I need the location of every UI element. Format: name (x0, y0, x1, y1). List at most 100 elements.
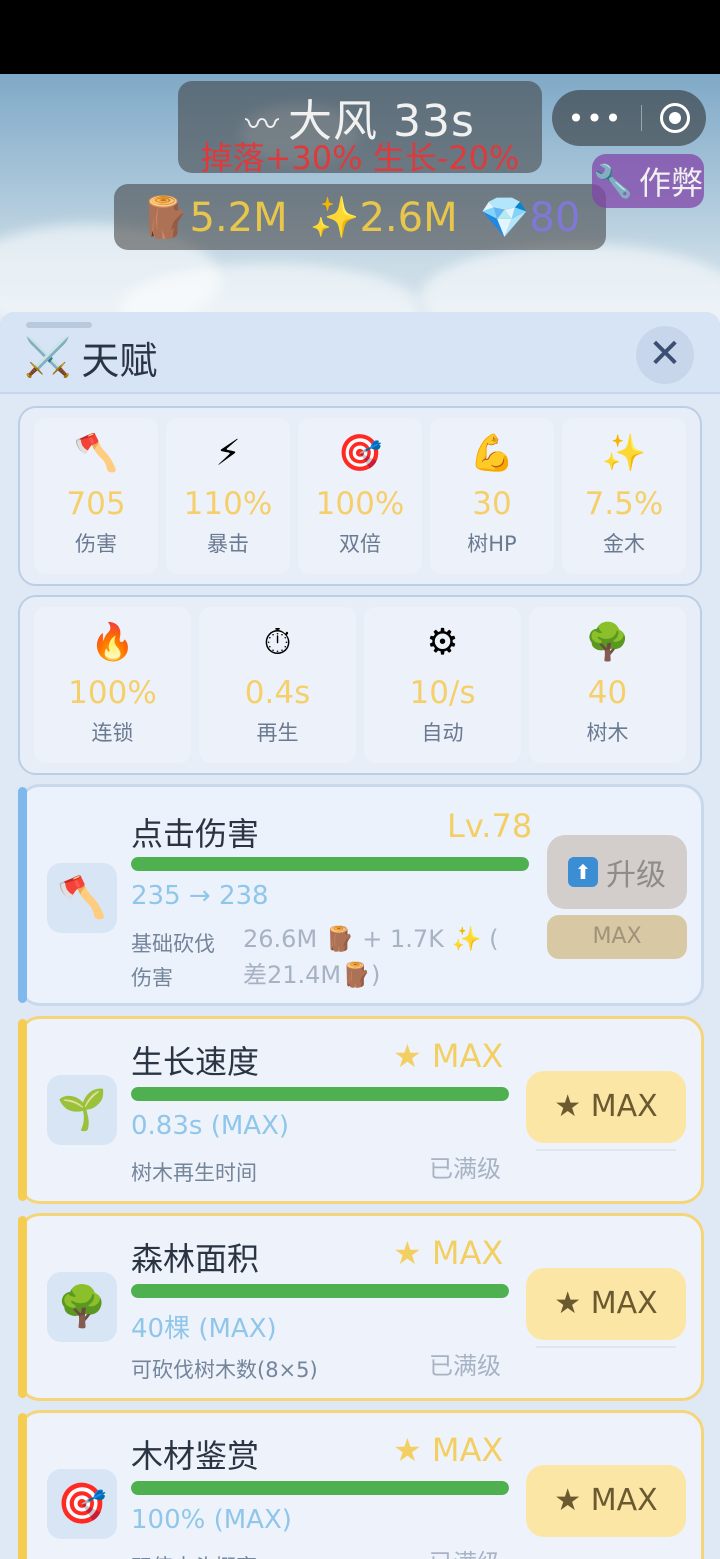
gold-resource: ✨2.6M (310, 194, 458, 241)
max-status: 已满级 (429, 1545, 501, 1559)
max-button[interactable]: ★ MAX (526, 1465, 686, 1537)
stat-label: 连锁 (91, 721, 134, 745)
gem-resource: 💎80 (480, 194, 581, 241)
talent-progress-bar (131, 1481, 509, 1495)
max-divider (536, 1346, 676, 1348)
talent-card-click-damage: 🪓 点击伤害 Lv.78 235 → 238 基础砍伐 伤害 26.6M 🪵 +… (18, 784, 704, 1006)
talent-description-line: 伤害 (131, 966, 173, 990)
card-accent-stripe (18, 1216, 27, 1398)
stat-auto: ⚙ 10/s 自动 (364, 607, 521, 763)
max-button[interactable]: ★ MAX (526, 1268, 686, 1340)
gold-count: 2.6M (359, 194, 458, 241)
talent-level: ★ MAX (393, 1037, 504, 1075)
stat-double: 🎯 100% 双倍 (298, 418, 422, 574)
card-accent-stripe (18, 1413, 27, 1559)
more-menu-button[interactable]: ••• (568, 102, 624, 135)
card-accent-stripe (18, 1019, 27, 1201)
max-button[interactable]: ★ MAX (526, 1071, 686, 1143)
talent-description: 基础砍伐 伤害 (131, 927, 215, 995)
close-miniprogram-icon[interactable] (660, 103, 691, 133)
upgrade-cost-line: 26.6M 🪵 + 1.7K ✨ ( (243, 925, 499, 953)
talent-name: 点击伤害 (131, 815, 260, 853)
stat-regen: ⏱ 0.4s 再生 (199, 607, 356, 763)
stat-label: 伤害 (75, 532, 117, 556)
sparkles-icon: ✨ (601, 433, 647, 474)
talent-card-forest-area: 🌳 森林面积 ★ MAX 40棵 (MAX) 可砍伐树木数(8×5) 已满级 ★… (18, 1213, 704, 1401)
stat-label: 树HP (467, 532, 517, 556)
talent-description-line: 基础砍伐 (131, 932, 215, 956)
upgrade-cost: 26.6M 🪵 + 1.7K ✨ ( 差21.4M🪵) (243, 921, 498, 993)
panel-title: ⚔️ 天赋 (24, 330, 157, 385)
stat-value: 705 (66, 486, 126, 522)
stat-trees: 🌳 40 树木 (529, 607, 686, 763)
lightning-icon: ⚡ (215, 433, 241, 474)
close-button[interactable]: ✕ (636, 326, 694, 384)
stat-value: 10/s (409, 675, 476, 711)
gem-count: 80 (529, 194, 581, 241)
stat-tree-hp: 💪 30 树HP (430, 418, 554, 574)
progress-fill (131, 1481, 509, 1495)
max-status: 已满级 (429, 1155, 501, 1183)
talent-progress-bar (131, 1284, 509, 1298)
target-icon: 🎯 (337, 433, 383, 474)
wood-count: 5.2M (189, 194, 288, 241)
talent-value: 235 → 238 (131, 881, 269, 911)
axe-icon: 🪓 (47, 863, 117, 933)
talent-card-growth-speed: 🌱 生长速度 ★ MAX 0.83s (MAX) 树木再生时间 已满级 ★ MA… (18, 1016, 704, 1204)
stat-value: 30 (472, 486, 512, 522)
capsule-divider (641, 105, 643, 131)
talent-level: ★ MAX (393, 1431, 504, 1469)
upgrade-button[interactable]: ⬆ 升级 (547, 835, 687, 909)
talent-card-wood-appraisal: 🎯 木材鉴赏 ★ MAX 100% (MAX) 双倍木头概率 已满级 ★ MAX (18, 1410, 704, 1559)
miniprogram-capsule: ••• (552, 90, 706, 146)
up-arrow-icon: ⬆ (568, 857, 598, 887)
stat-label: 自动 (421, 721, 464, 745)
fire-icon: 🔥 (90, 622, 135, 663)
resource-bar: 🪵5.2M ✨2.6M 💎80 (114, 184, 606, 250)
talent-level: Lv.78 (447, 807, 533, 845)
talent-progress-bar (131, 1087, 509, 1101)
weather-effect: 掉落+30% 生长-20% (200, 139, 520, 177)
gear-icon: ⚙ (426, 622, 459, 663)
stat-label: 再生 (256, 721, 299, 745)
target-icon: 🎯 (47, 1469, 117, 1539)
cheat-label: 作弊 (638, 164, 703, 202)
stat-value: 40 (587, 675, 628, 711)
stats-group-primary: 🪓 705 伤害 ⚡ 110% 暴击 🎯 100% 双倍 💪 30 树HP ✨ … (18, 406, 702, 586)
stat-damage: 🪓 705 伤害 (34, 418, 158, 574)
stat-label: 树木 (586, 721, 629, 745)
wrench-icon: 🔧 (593, 162, 633, 200)
wood-resource: 🪵5.2M (140, 194, 288, 241)
talent-name: 木材鉴赏 (131, 1437, 260, 1475)
stat-label: 双倍 (339, 532, 381, 556)
gem-icon: 💎 (479, 194, 530, 241)
panel-title-text: 天赋 (81, 339, 158, 383)
talent-description: 可砍伐树木数(8×5) (131, 1358, 318, 1382)
axe-icon: 🪓 (73, 433, 119, 474)
progress-fill (131, 1087, 509, 1101)
weather-banner: 〰大风 33s 掉落+30% 生长-20% (178, 81, 542, 177)
max-divider (536, 1149, 676, 1151)
talent-value: 100% (MAX) (131, 1505, 292, 1535)
drag-handle[interactable] (26, 322, 92, 328)
talent-description: 树木再生时间 (131, 1161, 257, 1185)
talent-description: 双倍木头概率 (131, 1551, 257, 1559)
stat-value: 110% (183, 486, 273, 522)
stat-value: 0.4s (244, 675, 311, 711)
talent-level: ★ MAX (393, 1234, 504, 1272)
talent-name: 森林面积 (131, 1240, 260, 1278)
status-bar (0, 0, 720, 74)
stat-golden-wood: ✨ 7.5% 金木 (562, 418, 686, 574)
stat-label: 暴击 (207, 532, 249, 556)
cheat-button[interactable]: 🔧 作弊 (592, 154, 704, 208)
stat-crit: ⚡ 110% 暴击 (166, 418, 290, 574)
tree-icon: 🌳 (585, 622, 630, 663)
card-accent-stripe (18, 787, 27, 1003)
crossed-swords-icon: ⚔️ (24, 335, 72, 379)
max-upgrade-button[interactable]: MAX (547, 915, 687, 959)
upgrade-label: 升级 (606, 858, 666, 893)
progress-fill (131, 857, 529, 871)
stat-chain: 🔥 100% 连锁 (34, 607, 191, 763)
stat-value: 100% (68, 675, 157, 711)
stats-group-secondary: 🔥 100% 连锁 ⏱ 0.4s 再生 ⚙ 10/s 自动 🌳 40 树木 (18, 595, 702, 775)
